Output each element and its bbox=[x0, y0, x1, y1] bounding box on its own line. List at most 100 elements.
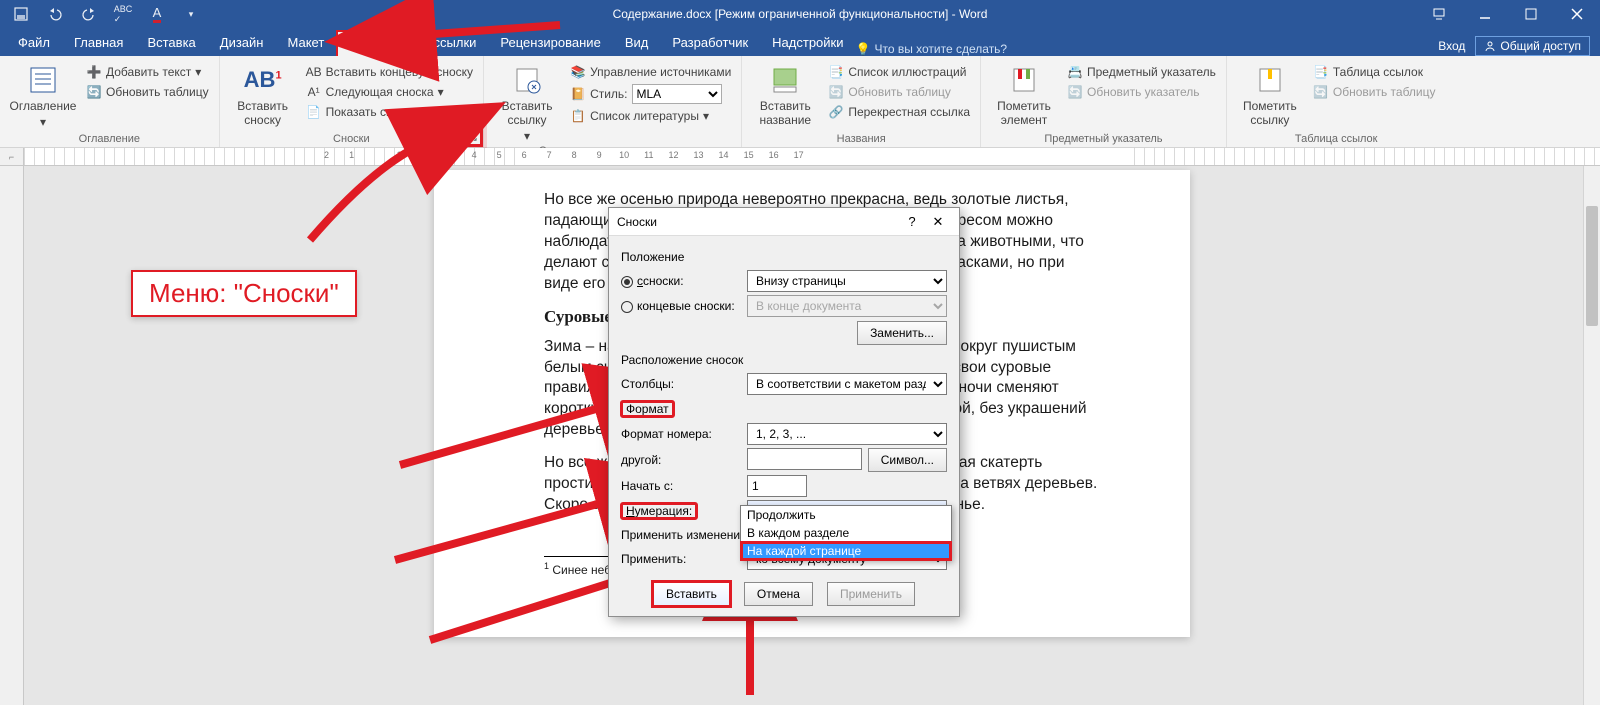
tell-me[interactable]: 💡 Что вы хотите сделать? bbox=[856, 42, 1008, 56]
toa-icon: 📑 bbox=[1313, 64, 1329, 80]
apply-button[interactable]: Применить bbox=[827, 582, 915, 606]
insert-button[interactable]: Вставить bbox=[653, 582, 730, 606]
tab-addins[interactable]: Надстройки bbox=[760, 30, 855, 56]
tab-design[interactable]: Дизайн bbox=[208, 30, 276, 56]
endnotes-location-select[interactable]: В конце документа bbox=[747, 295, 947, 317]
endnote-icon: AB bbox=[306, 64, 322, 80]
share-button[interactable]: Общий доступ bbox=[1475, 36, 1590, 56]
tab-mailings[interactable]: Рассылки bbox=[406, 30, 488, 56]
tab-references[interactable]: Ссылки bbox=[336, 30, 406, 56]
mark-entry-label: Пометить элемент bbox=[989, 99, 1059, 127]
footnotes-dialog-launcher[interactable]: ↘ bbox=[467, 131, 481, 145]
spellcheck-icon[interactable]: ABC✓ bbox=[110, 2, 136, 26]
radio-endnotes[interactable]: концевые сноски: bbox=[621, 299, 739, 313]
tab-review[interactable]: Рецензирование bbox=[488, 30, 612, 56]
sign-in-link[interactable]: Вход bbox=[1438, 39, 1465, 53]
update-toc-button[interactable]: 🔄Обновить таблицу bbox=[84, 83, 211, 101]
update-tof-button[interactable]: 🔄 Обновить таблицу bbox=[826, 83, 972, 101]
manage-sources-button[interactable]: 📚Управление источниками bbox=[568, 63, 733, 81]
number-format-select[interactable]: 1, 2, 3, ... bbox=[747, 423, 947, 445]
insert-citation-button[interactable]: Вставить ссылку▾ bbox=[492, 59, 562, 143]
update-tof-label: Обновить таблицу bbox=[848, 85, 951, 99]
add-text-button[interactable]: ➕Добавить текст ▾ bbox=[84, 63, 211, 81]
mark-citation-button[interactable]: Пометить ссылку bbox=[1235, 59, 1305, 127]
tell-me-label: Что вы хотите сделать? bbox=[874, 42, 1007, 56]
group-captions: Вставить название 📑 Список иллюстраций 🔄 О… bbox=[742, 56, 981, 147]
citation-style-row[interactable]: 📔Стиль: MLA bbox=[568, 83, 733, 105]
footnotes-location-select[interactable]: Внизу страницы bbox=[747, 270, 947, 292]
insert-endnote-button[interactable]: AB Вставить концевую сноску bbox=[304, 63, 475, 81]
number-format-label: Формат номера: bbox=[621, 427, 739, 441]
update-index-button[interactable]: 🔄Обновить указатель bbox=[1065, 83, 1218, 101]
save-icon[interactable] bbox=[8, 2, 34, 26]
font-color-icon[interactable]: A bbox=[144, 2, 170, 26]
group-footnotes-label: Сноски bbox=[228, 131, 475, 147]
insert-caption-button[interactable]: Вставить название bbox=[750, 59, 820, 127]
dialog-help-icon[interactable]: ? bbox=[899, 214, 925, 229]
tab-layout[interactable]: Макет bbox=[275, 30, 336, 56]
section-layout: Расположение сносок bbox=[621, 353, 947, 367]
custom-mark-input[interactable] bbox=[747, 448, 862, 470]
symbol-button[interactable]: Символ... bbox=[868, 448, 947, 472]
custom-mark-label: другой: bbox=[621, 453, 739, 467]
ribbon-tabs: Файл Главная Вставка Дизайн Макет Ссылки… bbox=[0, 28, 1600, 56]
show-notes-label: Показать сноски bbox=[326, 105, 418, 119]
tab-view[interactable]: Вид bbox=[613, 30, 661, 56]
tab-insert[interactable]: Вставка bbox=[135, 30, 207, 56]
close-icon[interactable] bbox=[1554, 0, 1600, 28]
radio-footnotes-label: сноски: bbox=[643, 274, 684, 288]
insert-index-button[interactable]: 📇Предметный указатель bbox=[1065, 63, 1218, 81]
update-toa-button[interactable]: 🔄Обновить таблицу bbox=[1311, 83, 1438, 101]
cancel-button[interactable]: Отмена bbox=[744, 582, 813, 606]
qat-customize-icon[interactable]: ▾ bbox=[178, 2, 204, 26]
section-format: Формат bbox=[621, 401, 947, 417]
ribbon-options-icon[interactable] bbox=[1416, 0, 1462, 28]
replace-button[interactable]: Заменить... bbox=[857, 321, 947, 345]
start-at-label: Начать с: bbox=[621, 479, 739, 493]
toc-button[interactable]: Оглавление▾ bbox=[8, 59, 78, 129]
group-captions-label: Названия bbox=[750, 131, 972, 147]
start-at-input[interactable] bbox=[747, 475, 807, 497]
citation-icon bbox=[510, 63, 544, 97]
group-toc-label: Оглавление bbox=[8, 131, 211, 147]
update-tof-icon: 🔄 bbox=[828, 84, 844, 100]
insert-footnote-button[interactable]: AB1 Вставить сноску bbox=[228, 59, 298, 127]
next-footnote-icon: A¹ bbox=[306, 84, 322, 100]
share-label: Общий доступ bbox=[1500, 39, 1581, 53]
dropdown-option-selected[interactable]: На каждой странице bbox=[741, 542, 951, 560]
minimize-icon[interactable] bbox=[1462, 0, 1508, 28]
show-notes-button[interactable]: 📄Показать сноски bbox=[304, 103, 475, 121]
table-of-figures-button[interactable]: 📑 Список иллюстраций bbox=[826, 63, 972, 81]
cross-reference-button[interactable]: 🔗Перекрестная ссылка bbox=[826, 103, 972, 121]
dialog-titlebar[interactable]: Сноски ? ✕ bbox=[609, 208, 959, 236]
tof-icon: 📑 bbox=[828, 64, 844, 80]
dropdown-option[interactable]: В каждом разделе bbox=[741, 524, 951, 542]
bibliography-button[interactable]: 📋Список литературы ▾ bbox=[568, 107, 733, 125]
tab-home[interactable]: Главная bbox=[62, 30, 135, 56]
tab-file[interactable]: Файл bbox=[6, 30, 62, 56]
tof-label: Список иллюстраций bbox=[848, 65, 966, 79]
columns-select[interactable]: В соответствии с макетом раздела bbox=[747, 373, 947, 395]
next-footnote-button[interactable]: A¹Следующая сноска ▾ bbox=[304, 83, 475, 101]
vertical-scrollbar[interactable] bbox=[1583, 166, 1600, 705]
mark-entry-button[interactable]: Пометить элемент bbox=[989, 59, 1059, 127]
dropdown-option[interactable]: Продолжить bbox=[741, 506, 951, 524]
numbering-dropdown-list[interactable]: Продолжить В каждом разделе На каждой ст… bbox=[740, 505, 952, 561]
next-footnote-label: Следующая сноска bbox=[326, 85, 434, 99]
citation-style-select[interactable]: MLA bbox=[632, 84, 722, 104]
caption-icon bbox=[768, 63, 802, 97]
horizontal-ruler[interactable]: ⌐ 2 1 1 2 3 4 5 bbox=[0, 148, 1600, 166]
undo-icon[interactable] bbox=[42, 2, 68, 26]
radio-footnotes[interactable]: ссноски: bbox=[621, 274, 739, 288]
tab-developer[interactable]: Разработчик bbox=[660, 30, 760, 56]
insert-toa-button[interactable]: 📑Таблица ссылок bbox=[1311, 63, 1438, 81]
dialog-title: Сноски bbox=[617, 215, 899, 229]
redo-icon[interactable] bbox=[76, 2, 102, 26]
insert-endnote-label: Вставить концевую сноску bbox=[326, 65, 473, 79]
insert-index-icon: 📇 bbox=[1067, 64, 1083, 80]
crossref-label: Перекрестная ссылка bbox=[848, 105, 970, 119]
vertical-ruler[interactable] bbox=[0, 166, 24, 705]
dialog-close-icon[interactable]: ✕ bbox=[925, 214, 951, 230]
maximize-icon[interactable] bbox=[1508, 0, 1554, 28]
style-label: Стиль: bbox=[590, 87, 627, 101]
